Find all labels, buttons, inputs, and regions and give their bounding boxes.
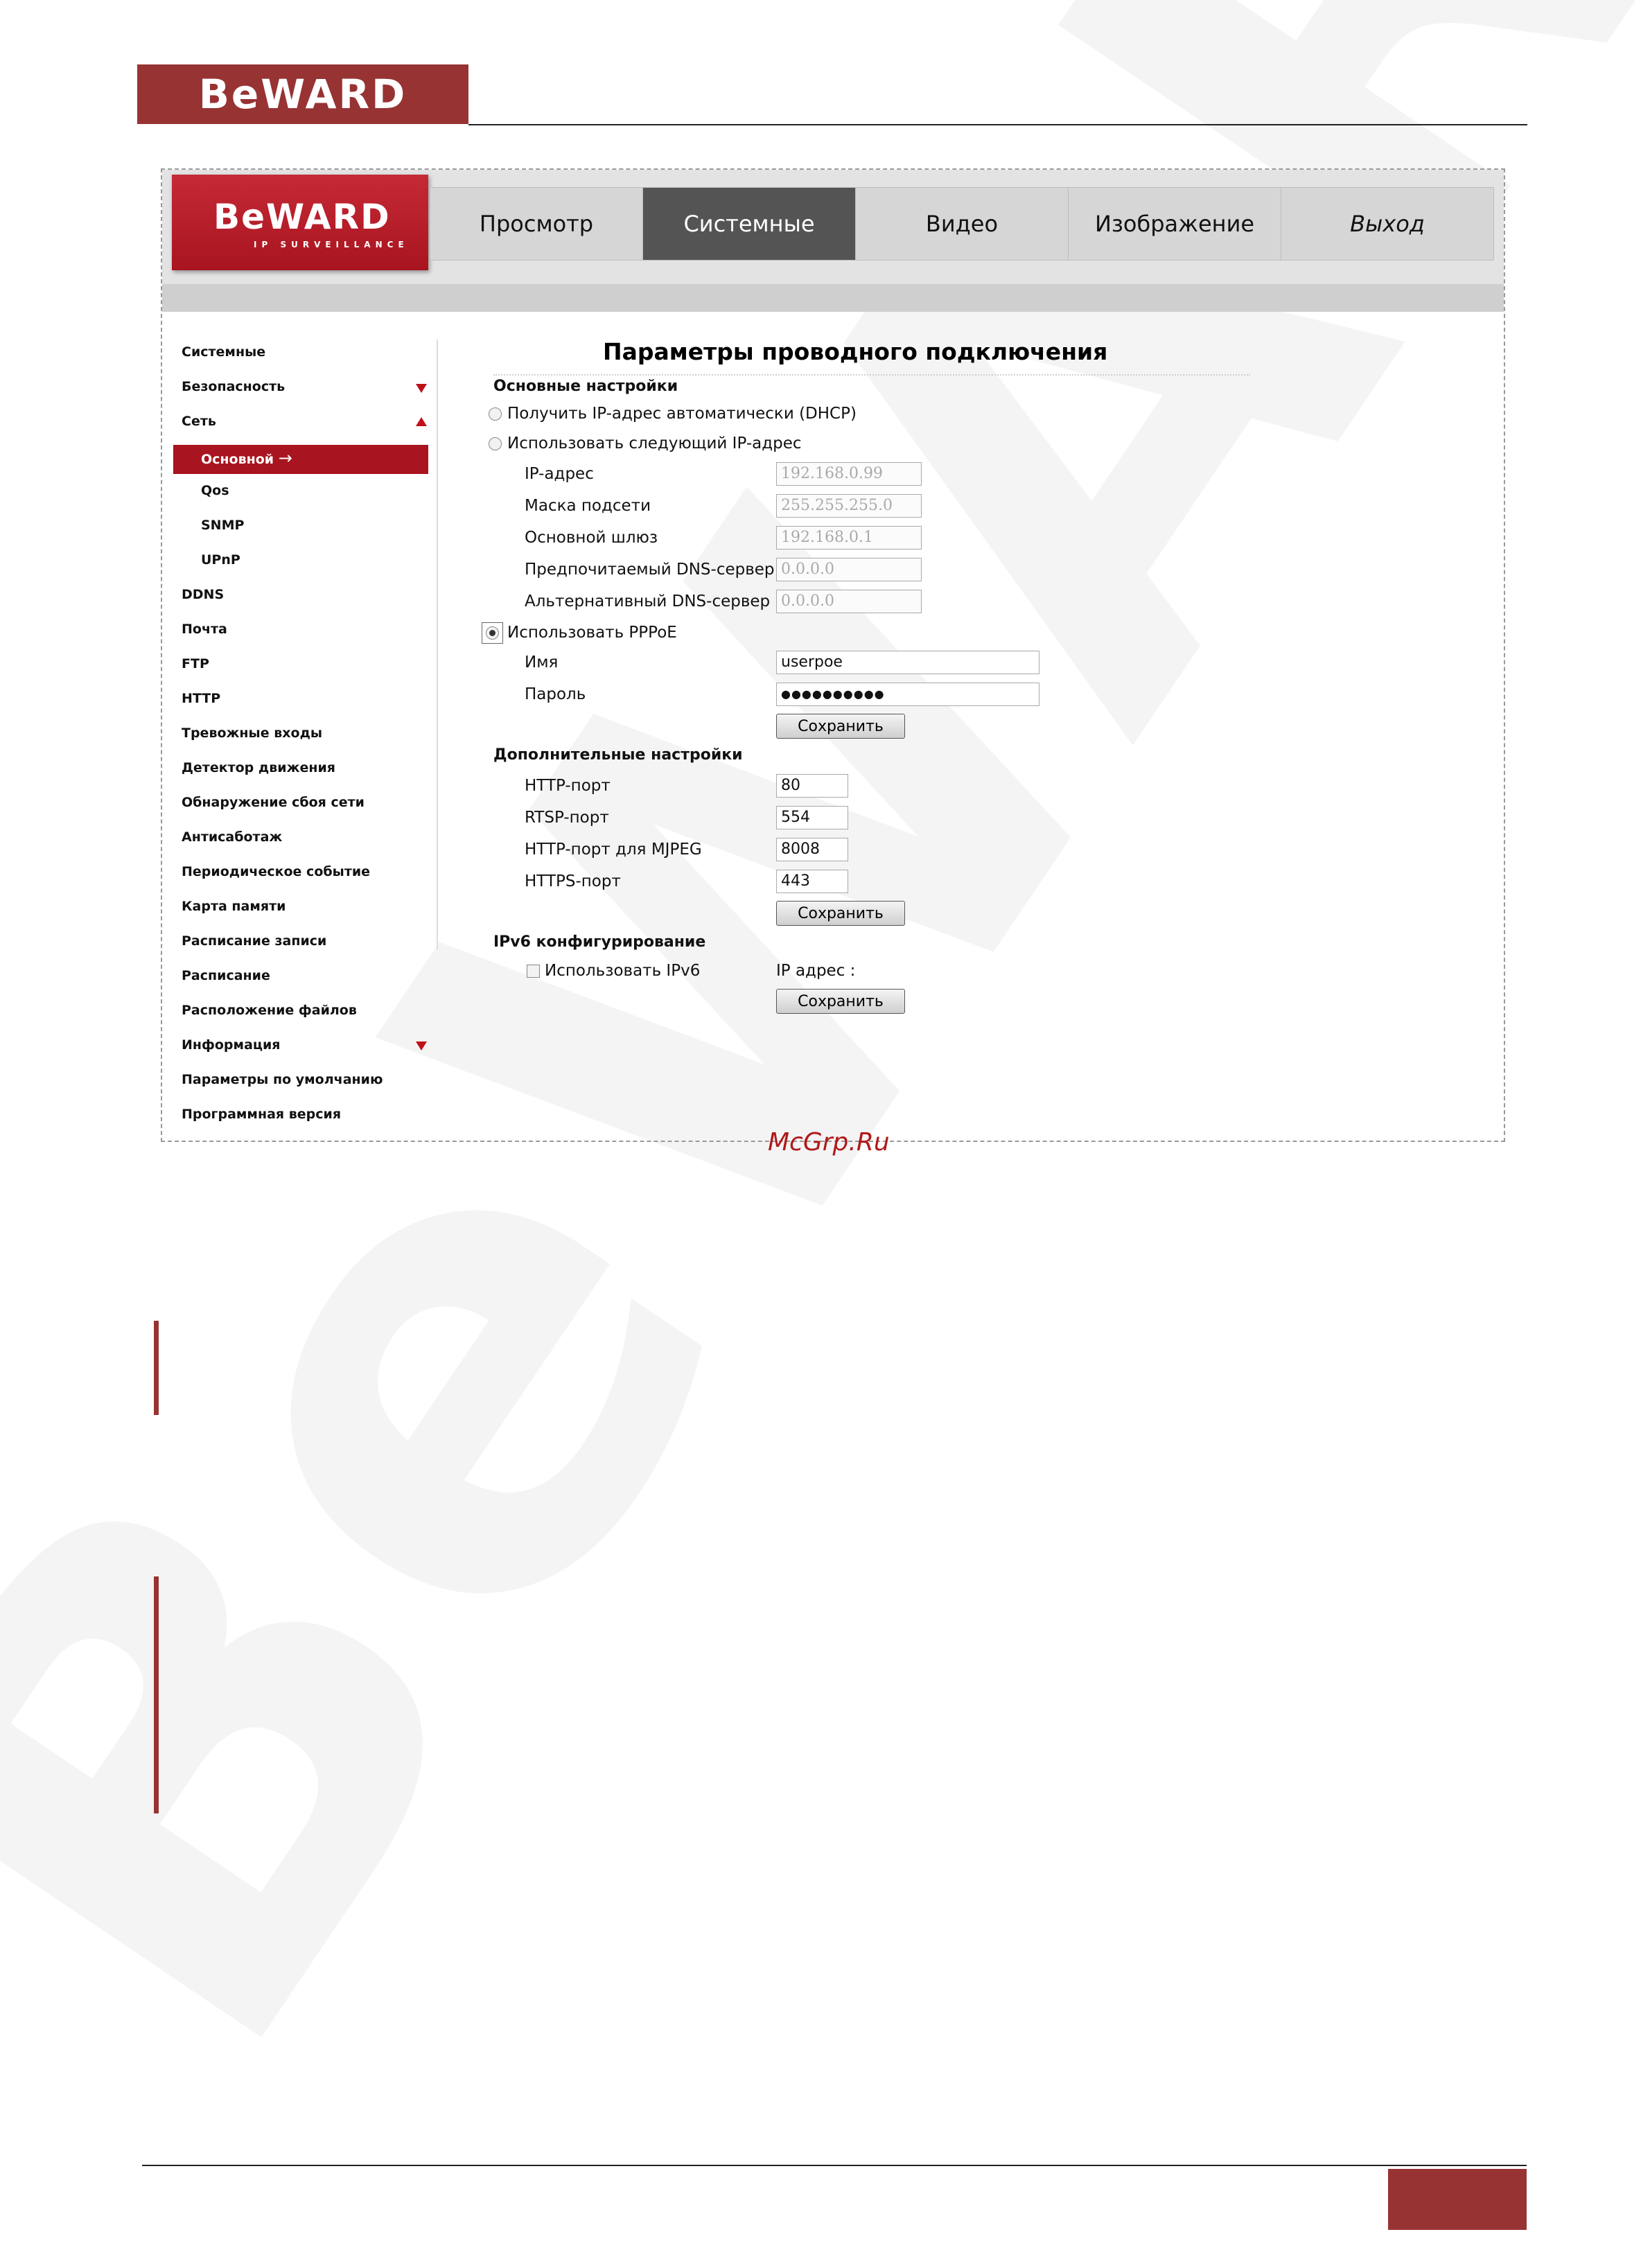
dns2-label: Альтернативный DNS-сервер <box>525 592 771 610</box>
note-bar <box>154 1321 159 1415</box>
sidebar-item-ddns[interactable]: DDNS <box>182 587 224 602</box>
sidebar-item-ftp[interactable]: FTP <box>182 656 209 671</box>
sidebar-item-system[interactable]: Системные <box>182 344 265 360</box>
sidebar-item-basic[interactable]: Основной → <box>201 448 292 468</box>
section-advanced: Дополнительные настройки <box>493 746 743 764</box>
sidebar-item-mail[interactable]: Почта <box>182 622 227 637</box>
tab-system[interactable]: Системные <box>643 188 856 260</box>
app-logo-name: BeWARD <box>213 197 391 237</box>
collapse-arrow-icon[interactable] <box>416 417 427 426</box>
source-watermark: McGrp.Ru <box>768 1128 890 1157</box>
sidebar-item-schedule[interactable]: Расписание <box>182 968 270 983</box>
app-logo: BeWARD IP SURVEILLANCE <box>172 175 428 270</box>
sidebar-item-firmware[interactable]: Программная версия <box>182 1107 341 1122</box>
sidebar-item-periodic-event[interactable]: Периодическое событие <box>182 864 370 879</box>
sidebar-divider <box>437 340 438 949</box>
http-port-label: HTTP-порт <box>525 777 611 795</box>
sidebar-item-snmp[interactable]: SNMP <box>201 518 244 533</box>
dns1-field[interactable]: 0.0.0.0 <box>776 558 922 581</box>
dhcp-radio[interactable] <box>489 407 502 421</box>
note-bar <box>154 1576 159 1813</box>
dns2-field[interactable]: 0.0.0.0 <box>776 590 922 613</box>
header-divider <box>468 124 1527 125</box>
sidebar-item-defaults[interactable]: Параметры по умолчанию <box>182 1072 383 1087</box>
sidebar-item-network[interactable]: Сеть <box>182 414 216 429</box>
sidebar-item-memory-card[interactable]: Карта памяти <box>182 899 286 914</box>
section-basic: Основные настройки <box>493 378 678 395</box>
static-ip-radio[interactable] <box>489 437 502 450</box>
ipv6-checkbox-label: Использовать IPv6 <box>545 962 701 980</box>
rtsp-port-label: RTSP-порт <box>525 809 609 827</box>
ipv6-address-label: IP адрес : <box>776 962 856 980</box>
ip-field[interactable]: 192.168.0.99 <box>776 462 922 486</box>
ipv6-checkbox[interactable] <box>527 965 540 978</box>
tab-view[interactable]: Просмотр <box>430 188 643 260</box>
page-title: Параметры проводного подключения <box>603 338 1108 365</box>
password-label: Пароль <box>525 685 586 703</box>
footer-page-box <box>1388 2169 1527 2230</box>
document-logo: BeWARD <box>137 64 468 124</box>
sidebar-item-security[interactable]: Безопасность <box>182 379 285 394</box>
http-port-field[interactable]: 80 <box>776 774 848 798</box>
save-button-basic[interactable]: Сохранить <box>776 714 905 739</box>
sidebar-item-http[interactable]: HTTP <box>182 691 220 706</box>
dns1-label: Предпочитаемый DNS-сервер <box>525 561 775 579</box>
pppoe-radio[interactable] <box>486 626 499 640</box>
expand-arrow-icon[interactable] <box>416 384 427 393</box>
app-header-strip <box>162 284 1504 312</box>
tab-logout[interactable]: Выход <box>1281 188 1493 260</box>
save-button-advanced[interactable]: Сохранить <box>776 901 905 926</box>
password-field[interactable]: ●●●●●●●●●● <box>776 683 1039 706</box>
app-logo-tagline: IP SURVEILLANCE <box>254 240 409 249</box>
mjpeg-port-label: HTTP-порт для MJPEG <box>525 841 702 859</box>
tab-image[interactable]: Изображение <box>1069 188 1281 260</box>
static-ip-label: Использовать следующий IP-адрес <box>507 434 802 452</box>
mask-label: Маска подсети <box>525 497 651 515</box>
save-button-ipv6[interactable]: Сохранить <box>776 989 905 1014</box>
arrow-right-icon: → <box>278 448 292 468</box>
sidebar-item-info[interactable]: Информация <box>182 1037 280 1053</box>
ip-label: IP-адрес <box>525 465 594 483</box>
https-port-field[interactable]: 443 <box>776 870 848 893</box>
footer-divider <box>142 2165 1527 2166</box>
name-label: Имя <box>525 653 559 671</box>
sidebar-item-file-location[interactable]: Расположение файлов <box>182 1003 357 1018</box>
sidebar-item-record-schedule[interactable]: Расписание записи <box>182 933 326 949</box>
username-field[interactable]: userpoe <box>776 651 1039 674</box>
https-port-label: HTTPS-порт <box>525 872 621 890</box>
dhcp-label: Получить IP-адрес автоматически (DHCP) <box>507 405 857 423</box>
sidebar-item-qos[interactable]: Qos <box>201 483 229 498</box>
title-underline <box>493 374 1250 376</box>
rtsp-port-field[interactable]: 554 <box>776 806 848 829</box>
tab-video[interactable]: Видео <box>856 188 1069 260</box>
gateway-field[interactable]: 192.168.0.1 <box>776 526 922 550</box>
sidebar-item-basic-label: Основной <box>201 452 274 467</box>
section-ipv6: IPv6 конфигурирование <box>493 933 706 951</box>
expand-arrow-icon[interactable] <box>416 1041 427 1051</box>
main-nav: Просмотр Системные Видео Изображение Вых… <box>430 187 1494 261</box>
mask-field[interactable]: 255.255.255.0 <box>776 494 922 518</box>
sidebar-item-alarm-inputs[interactable]: Тревожные входы <box>182 726 322 741</box>
sidebar-item-tamper[interactable]: Антисаботаж <box>182 829 282 845</box>
gateway-label: Основной шлюз <box>525 529 658 547</box>
sidebar-item-upnp[interactable]: UPnP <box>201 552 240 568</box>
sidebar-item-network-failure[interactable]: Обнаружение сбоя сети <box>182 795 365 810</box>
mjpeg-port-field[interactable]: 8008 <box>776 838 848 861</box>
pppoe-label: Использовать PPPoE <box>507 624 677 642</box>
sidebar-item-motion-detector[interactable]: Детектор движения <box>182 760 335 775</box>
